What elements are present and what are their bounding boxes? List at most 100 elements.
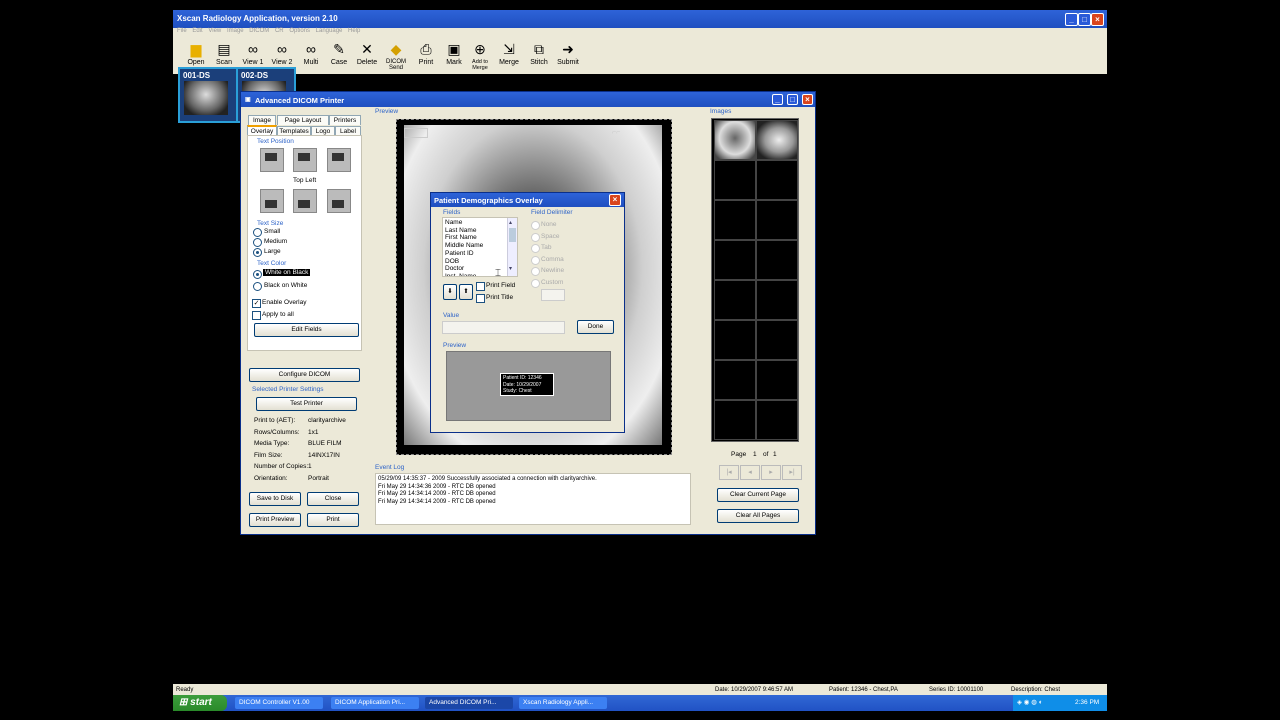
image-cell-empty[interactable] [756, 320, 798, 360]
delimiter-radio[interactable] [531, 244, 540, 253]
dialog-maximize-icon[interactable]: □ [787, 94, 798, 105]
case-button[interactable]: ✎ Case [326, 40, 352, 66]
done-button[interactable]: Done [577, 320, 614, 334]
enable-overlay-checkbox[interactable]: ✓ [252, 299, 261, 308]
print-title-checkbox[interactable] [476, 294, 485, 303]
dicom-send-button[interactable]: ◆ DICOM Send [383, 40, 409, 71]
start-button[interactable]: ⊞ start [173, 695, 227, 711]
menu-edit[interactable]: Edit [192, 28, 202, 34]
view2-button[interactable]: ∞ View 2 [269, 40, 295, 66]
delimiter-radio[interactable] [531, 255, 540, 265]
dialog-minimize-icon[interactable]: _ [772, 94, 783, 105]
tab-image[interactable]: Image [248, 115, 276, 125]
position-bottom-right[interactable] [327, 189, 351, 213]
view1-button[interactable]: ∞ View 1 [240, 40, 266, 66]
print-field-checkbox[interactable] [476, 282, 485, 291]
position-top-left[interactable] [260, 148, 284, 172]
field-list-item[interactable]: Patient ID [445, 250, 474, 257]
clear-all-pages-button[interactable]: Clear All Pages [717, 509, 799, 523]
mark-button[interactable]: ▣ Mark [441, 40, 467, 66]
task-advanced-dicom[interactable]: Advanced DICOM Pri... [425, 697, 513, 709]
image-cell-empty[interactable] [756, 160, 798, 200]
menu-view[interactable]: View [208, 28, 221, 34]
merge-button[interactable]: ⇲ Merge [496, 40, 522, 66]
field-list-item[interactable]: Name [445, 219, 462, 226]
image-cell-empty[interactable] [714, 280, 756, 320]
menu-options[interactable]: Options [289, 28, 310, 34]
position-top-right[interactable] [327, 148, 351, 172]
dialog-close-icon[interactable]: × [802, 94, 813, 105]
tab-printers[interactable]: Printers [329, 115, 361, 125]
task-dicom-controller[interactable]: DICOM Controller V1.00 [235, 697, 323, 709]
first-page-icon[interactable]: |◂ [719, 465, 739, 480]
save-to-disk-button[interactable]: Save to Disk [249, 492, 301, 506]
white-on-black-radio[interactable] [253, 270, 262, 279]
image-cell-empty[interactable] [756, 240, 798, 280]
menu-language[interactable]: Language [316, 28, 343, 34]
scroll-up-icon[interactable]: ▴ [509, 219, 512, 226]
delete-button[interactable]: ✕ Delete [354, 40, 380, 66]
open-button[interactable]: ▆ Open [183, 40, 209, 66]
field-list-item[interactable]: Middle Name [445, 242, 483, 249]
field-list-item[interactable]: Last Name [445, 227, 476, 234]
image-cell-empty[interactable] [756, 280, 798, 320]
fields-scrollbar[interactable]: ▴ ▾ [507, 218, 517, 276]
delimiter-radio[interactable] [531, 267, 540, 276]
menu-help[interactable]: Help [348, 28, 360, 34]
image-cell-empty[interactable] [714, 360, 756, 400]
image-cell-empty[interactable] [714, 400, 756, 440]
size-small-radio[interactable] [253, 228, 262, 237]
scroll-down-icon[interactable]: ▾ [509, 265, 512, 272]
print-button[interactable]: ⎙ Print [413, 40, 439, 66]
field-list-item[interactable]: DOB [445, 258, 459, 265]
minimize-icon[interactable]: _ [1065, 13, 1078, 26]
submit-button[interactable]: ➜ Submit [555, 40, 581, 66]
thumbnail-001[interactable]: 001-DS [178, 67, 238, 123]
position-bottom-center[interactable] [293, 189, 317, 213]
maximize-icon[interactable]: □ [1078, 13, 1091, 26]
close-button[interactable]: Close [307, 492, 359, 506]
next-page-icon[interactable]: ▸ [761, 465, 781, 480]
image-cell-empty[interactable] [714, 320, 756, 360]
task-xscan[interactable]: Xscan Radiology Appli... [519, 697, 607, 709]
multi-button[interactable]: ∞ Multi [298, 40, 324, 66]
configure-dicom-button[interactable]: Configure DICOM [249, 368, 360, 382]
image-cell-empty[interactable] [756, 200, 798, 240]
fields-listbox[interactable]: Name Last Name First Name Middle Name Patien… [442, 217, 518, 277]
size-large-radio[interactable] [253, 248, 262, 257]
size-medium-radio[interactable] [253, 238, 262, 247]
custom-delimiter-input[interactable] [541, 289, 565, 301]
edit-fields-button[interactable]: Edit Fields [254, 323, 359, 337]
overlay-close-icon[interactable]: × [609, 194, 621, 206]
image-cell-empty[interactable] [714, 200, 756, 240]
image-cell-empty[interactable] [756, 400, 798, 440]
last-page-icon[interactable]: ▸| [782, 465, 802, 480]
position-top-center[interactable] [293, 148, 317, 172]
delimiter-radio[interactable] [531, 221, 540, 230]
field-list-item[interactable]: Inst. Name [445, 273, 476, 276]
image-cell-empty[interactable] [714, 240, 756, 280]
position-bottom-left[interactable] [260, 189, 284, 213]
black-on-white-radio[interactable] [253, 282, 262, 291]
add-to-merge-button[interactable]: ⊕ Add to Merge [467, 40, 493, 71]
image-cell-empty[interactable] [714, 160, 756, 200]
field-list-item[interactable]: Doctor [445, 265, 464, 272]
test-printer-button[interactable]: Test Printer [256, 397, 357, 411]
scan-button[interactable]: ▤ Scan [211, 40, 237, 66]
menu-file[interactable]: File [177, 28, 187, 34]
print-button-dialog[interactable]: Print [307, 513, 359, 527]
move-up-button[interactable]: ⬆ [459, 284, 473, 300]
image-cell-xray-chest[interactable] [714, 120, 756, 160]
menu-dicom[interactable]: DICOM [249, 28, 269, 34]
image-cell-xray-lateral[interactable] [756, 120, 798, 160]
image-cell-empty[interactable] [756, 360, 798, 400]
delimiter-radio[interactable] [531, 278, 540, 288]
field-list-item[interactable]: First Name [445, 234, 477, 241]
stitch-button[interactable]: ⧉ Stitch [526, 40, 552, 66]
tab-page-layout[interactable]: Page Layout [277, 115, 329, 125]
menu-cr[interactable]: CR [275, 28, 284, 34]
value-input[interactable] [442, 321, 565, 334]
print-preview-button[interactable]: Print Preview [249, 513, 301, 527]
delimiter-radio[interactable] [531, 232, 540, 242]
task-dicom-application[interactable]: DICOM Application Pri... [331, 697, 419, 709]
